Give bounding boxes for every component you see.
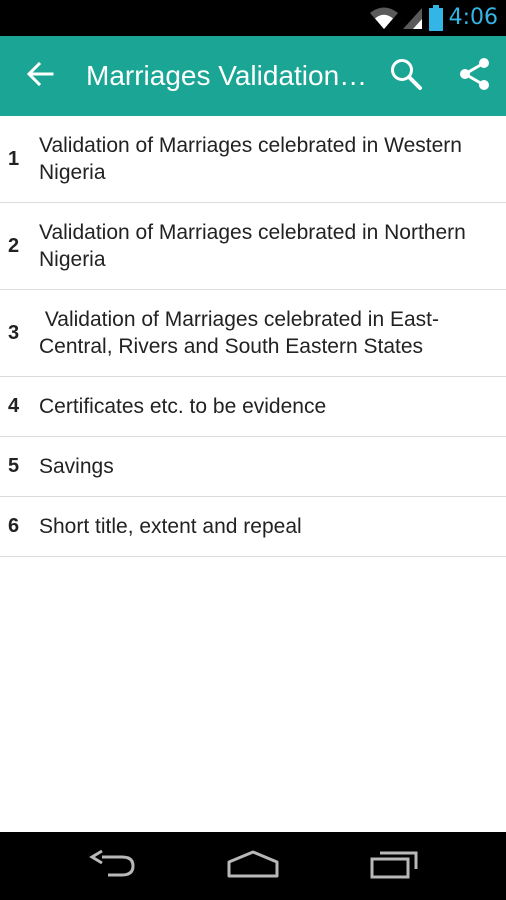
section-title: Validation of Marriages celebrated in We… bbox=[39, 134, 462, 184]
list-item[interactable]: 1 Validation of Marriages celebrated in … bbox=[0, 116, 506, 203]
search-button[interactable] bbox=[384, 54, 428, 98]
section-number: 3 bbox=[8, 321, 20, 344]
nav-home-icon bbox=[225, 849, 281, 884]
section-title: Certificates etc. to be evidence bbox=[39, 395, 327, 418]
list-item[interactable]: 3 Validation of Marriages celebrated in … bbox=[0, 290, 506, 377]
nav-back-icon bbox=[88, 849, 138, 884]
nav-recent-apps-button[interactable] bbox=[358, 842, 430, 890]
section-title: Short title, extent and repeal bbox=[39, 515, 302, 538]
section-number: 2 bbox=[8, 234, 20, 257]
share-icon bbox=[457, 56, 491, 97]
search-icon bbox=[389, 57, 423, 96]
section-list: 1 Validation of Marriages celebrated in … bbox=[0, 116, 506, 557]
section-number: 5 bbox=[8, 455, 20, 477]
nav-recent-apps-icon bbox=[368, 849, 420, 884]
list-item[interactable]: 5 Savings bbox=[0, 437, 506, 497]
section-number: 4 bbox=[8, 395, 20, 417]
content-area: 1 Validation of Marriages celebrated in … bbox=[0, 116, 506, 832]
list-item[interactable]: 4 Certificates etc. to be evidence bbox=[0, 377, 506, 437]
status-bar: 4:06 bbox=[0, 0, 506, 36]
navigation-bar bbox=[0, 832, 506, 900]
back-arrow-icon bbox=[26, 60, 54, 93]
cell-signal-icon bbox=[401, 6, 423, 30]
nav-home-button[interactable] bbox=[217, 842, 289, 890]
section-number: 1 bbox=[8, 147, 20, 170]
battery-icon bbox=[428, 5, 443, 31]
section-number: 6 bbox=[8, 515, 20, 537]
share-button[interactable] bbox=[452, 54, 496, 98]
list-item[interactable]: 6 Short title, extent and repeal bbox=[0, 497, 506, 557]
section-title: Validation of Marriages celebrated in No… bbox=[39, 221, 466, 271]
section-title: Savings bbox=[39, 455, 114, 478]
back-button[interactable] bbox=[18, 56, 62, 96]
app-bar: Marriages Validation Act bbox=[0, 36, 506, 116]
status-icons: 4:06 bbox=[369, 0, 506, 36]
page-title: Marriages Validation Act bbox=[86, 60, 372, 91]
status-clock: 4:06 bbox=[448, 5, 498, 30]
wifi-icon bbox=[369, 5, 399, 31]
nav-back-button[interactable] bbox=[77, 842, 149, 890]
section-title: Validation of Marriages celebrated in Ea… bbox=[39, 308, 439, 358]
list-item[interactable]: 2 Validation of Marriages celebrated in … bbox=[0, 203, 506, 290]
